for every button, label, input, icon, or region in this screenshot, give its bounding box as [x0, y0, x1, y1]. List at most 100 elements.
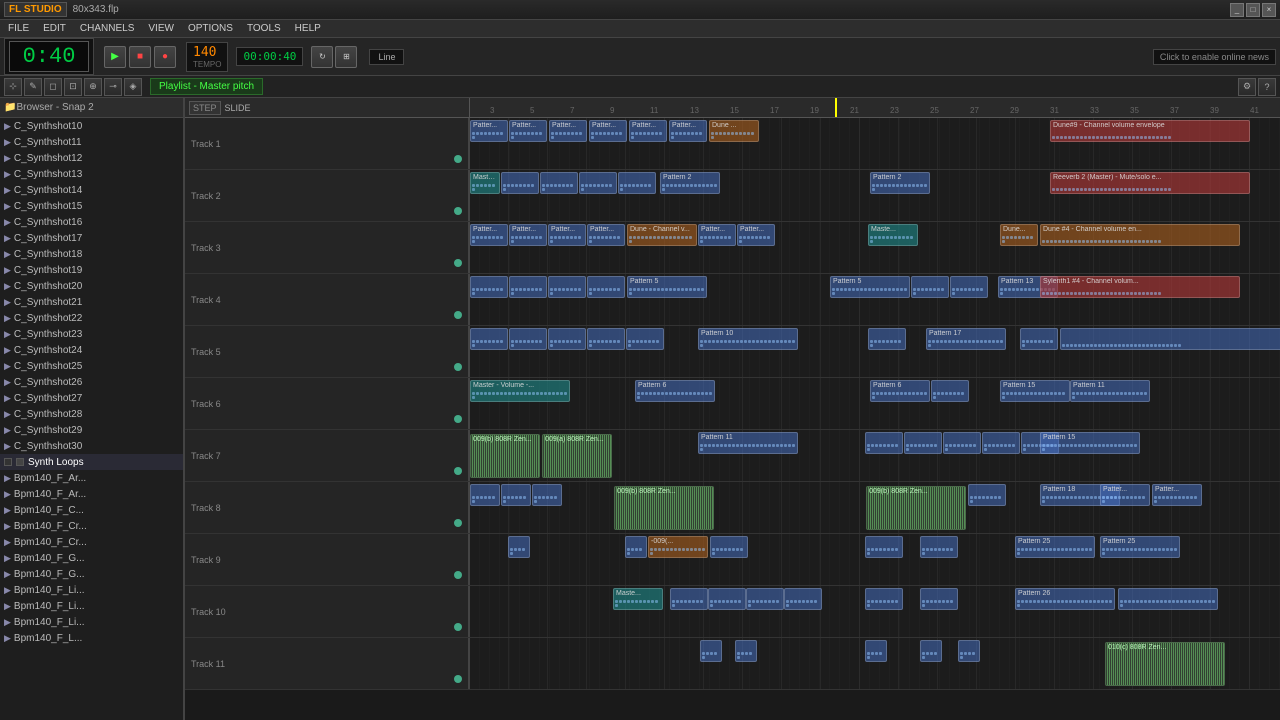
slice-tool[interactable]: ⊸	[104, 78, 122, 96]
clip-3-4[interactable]: Pattern 5	[627, 276, 707, 298]
tracks-container[interactable]: Track 1Patter...Patter...Patter...Patter…	[185, 118, 1280, 720]
clip-4-7[interactable]: Pattern 17	[926, 328, 1006, 350]
sidebar-item-5[interactable]: ▶C_Synthshot15	[0, 198, 183, 214]
track-content-7[interactable]: 009(b) 808R Zen...009(b) 808R Zen...Patt…	[470, 482, 1280, 533]
eraser-tool[interactable]: ◻	[44, 78, 62, 96]
menu-options[interactable]: OPTIONS	[184, 22, 237, 35]
clip-8-5[interactable]	[920, 536, 958, 558]
clip-9-4[interactable]	[784, 588, 822, 610]
sidebar-item-26[interactable]: ▶Bpm140_F_Cr...	[0, 534, 183, 550]
clip-4-4[interactable]	[626, 328, 664, 350]
clip-8-7[interactable]: Pattern 25	[1100, 536, 1180, 558]
clip-7-1[interactable]	[501, 484, 531, 506]
clip-4-3[interactable]	[587, 328, 625, 350]
track-toggle-10[interactable]	[454, 675, 462, 683]
clip-wave-6-0[interactable]: 009(b) 808R Zen...	[470, 434, 540, 478]
track-toggle-1[interactable]	[454, 207, 462, 215]
clip-0-1[interactable]: Patter...	[509, 120, 547, 142]
track-toggle-0[interactable]	[454, 155, 462, 163]
sidebar-item-14[interactable]: ▶C_Synthshot24	[0, 342, 183, 358]
clip-10-2[interactable]	[865, 640, 887, 662]
clip-9-0[interactable]: Maste...	[613, 588, 663, 610]
track-toggle-8[interactable]	[454, 571, 462, 579]
menu-tools[interactable]: TOOLS	[243, 22, 285, 35]
clip-1-5[interactable]: Pattern 2	[660, 172, 720, 194]
clip-4-5[interactable]: Pattern 10	[698, 328, 798, 350]
menu-file[interactable]: FILE	[4, 22, 33, 35]
clip-6-3[interactable]	[865, 432, 903, 454]
play-button[interactable]: ▶	[104, 46, 126, 68]
sidebar-item-2[interactable]: ▶C_Synthshot12	[0, 150, 183, 166]
sidebar-item-27[interactable]: ▶Bpm140_F_G...	[0, 550, 183, 566]
clip-1-7[interactable]: Reeverb 2 (Master) - Mute/solo e...	[1050, 172, 1250, 194]
clip-5-3[interactable]	[931, 380, 969, 402]
maximize-button[interactable]: □	[1246, 3, 1260, 17]
clip-wave-7-3[interactable]: 009(b) 808R Zen...	[614, 486, 714, 530]
clip-0-2[interactable]: Patter...	[549, 120, 587, 142]
clip-3-0[interactable]	[470, 276, 508, 298]
track-content-3[interactable]: Pattern 5Pattern 5Pattern 13Sylenth1 #4 …	[470, 274, 1280, 325]
clip-9-2[interactable]	[708, 588, 746, 610]
menu-channels[interactable]: CHANNELS	[76, 22, 138, 35]
brush-tool[interactable]: ✎	[24, 78, 42, 96]
sidebar-item-28[interactable]: ▶Bpm140_F_G...	[0, 566, 183, 582]
clip-8-3[interactable]	[710, 536, 748, 558]
sidebar-item-9[interactable]: ▶C_Synthshot19	[0, 262, 183, 278]
close-button[interactable]: ×	[1262, 3, 1276, 17]
sidebar-item-8[interactable]: ▶C_Synthshot18	[0, 246, 183, 262]
clip-9-8[interactable]	[1118, 588, 1218, 610]
clip-7-2[interactable]	[532, 484, 562, 506]
sidebar-item-7[interactable]: ▶C_Synthshot17	[0, 230, 183, 246]
clip-2-8[interactable]: Dune...	[1000, 224, 1038, 246]
clip-5-2[interactable]: Pattern 6	[870, 380, 930, 402]
clip-wave-7-4[interactable]: 009(b) 808R Zen...	[866, 486, 966, 530]
clip-2-9[interactable]: Dune #4 - Channel volume en...	[1040, 224, 1240, 246]
track-content-2[interactable]: Patter...Patter...Patter...Patter...Dune…	[470, 222, 1280, 273]
clip-10-0[interactable]	[700, 640, 722, 662]
clip-8-6[interactable]: Pattern 25	[1015, 536, 1095, 558]
sidebar-item-20[interactable]: ▶C_Synthshot30	[0, 438, 183, 454]
track-toggle-9[interactable]	[454, 623, 462, 631]
sidebar-item-31[interactable]: ▶Bpm140_F_Li...	[0, 614, 183, 630]
snap-button[interactable]: ⊞	[335, 46, 357, 68]
clip-1-1[interactable]	[501, 172, 539, 194]
sidebar-item-11[interactable]: ▶C_Synthshot21	[0, 294, 183, 310]
clip-4-9[interactable]	[1060, 328, 1280, 350]
clip-3-1[interactable]	[509, 276, 547, 298]
clip-4-0[interactable]	[470, 328, 508, 350]
clip-0-0[interactable]: Patter...	[470, 120, 508, 142]
sidebar-item-17[interactable]: ▶C_Synthshot27	[0, 390, 183, 406]
mute-tool[interactable]: ◈	[124, 78, 142, 96]
line-selector[interactable]: Line	[369, 49, 404, 65]
sidebar-item-21[interactable]: Synth Loops	[0, 454, 183, 470]
help-btn[interactable]: ?	[1258, 78, 1276, 96]
track-toggle-4[interactable]	[454, 363, 462, 371]
clip-2-5[interactable]: Patter...	[698, 224, 736, 246]
sidebar-item-23[interactable]: ▶Bpm140_F_Ar...	[0, 486, 183, 502]
clip-6-6[interactable]	[982, 432, 1020, 454]
clip-6-5[interactable]	[943, 432, 981, 454]
clip-6-4[interactable]	[904, 432, 942, 454]
menu-view[interactable]: VIEW	[144, 22, 178, 35]
clip-6-8[interactable]: Pattern 15	[1040, 432, 1140, 454]
sidebar-item-19[interactable]: ▶C_Synthshot29	[0, 422, 183, 438]
clip-7-0[interactable]	[470, 484, 500, 506]
clip-1-2[interactable]	[540, 172, 578, 194]
clip-5-5[interactable]: Pattern 11	[1070, 380, 1150, 402]
clip-8-2[interactable]: -009(...	[648, 536, 708, 558]
clip-9-3[interactable]	[746, 588, 784, 610]
track-toggle-3[interactable]	[454, 311, 462, 319]
sidebar-item-4[interactable]: ▶C_Synthshot14	[0, 182, 183, 198]
clip-7-5[interactable]	[968, 484, 1006, 506]
clip-2-6[interactable]: Patter...	[737, 224, 775, 246]
clip-9-7[interactable]: Pattern 26	[1015, 588, 1115, 610]
news-section[interactable]: Click to enable online news	[1153, 49, 1276, 65]
clip-4-8[interactable]	[1020, 328, 1058, 350]
record-button[interactable]: ●	[154, 46, 176, 68]
track-content-4[interactable]: Pattern 10 Pattern 17	[470, 326, 1280, 377]
sidebar-item-10[interactable]: ▶C_Synthshot20	[0, 278, 183, 294]
clip-8-4[interactable]	[865, 536, 903, 558]
clip-9-1[interactable]	[670, 588, 708, 610]
sidebar-item-15[interactable]: ▶C_Synthshot25	[0, 358, 183, 374]
menu-edit[interactable]: EDIT	[39, 22, 70, 35]
